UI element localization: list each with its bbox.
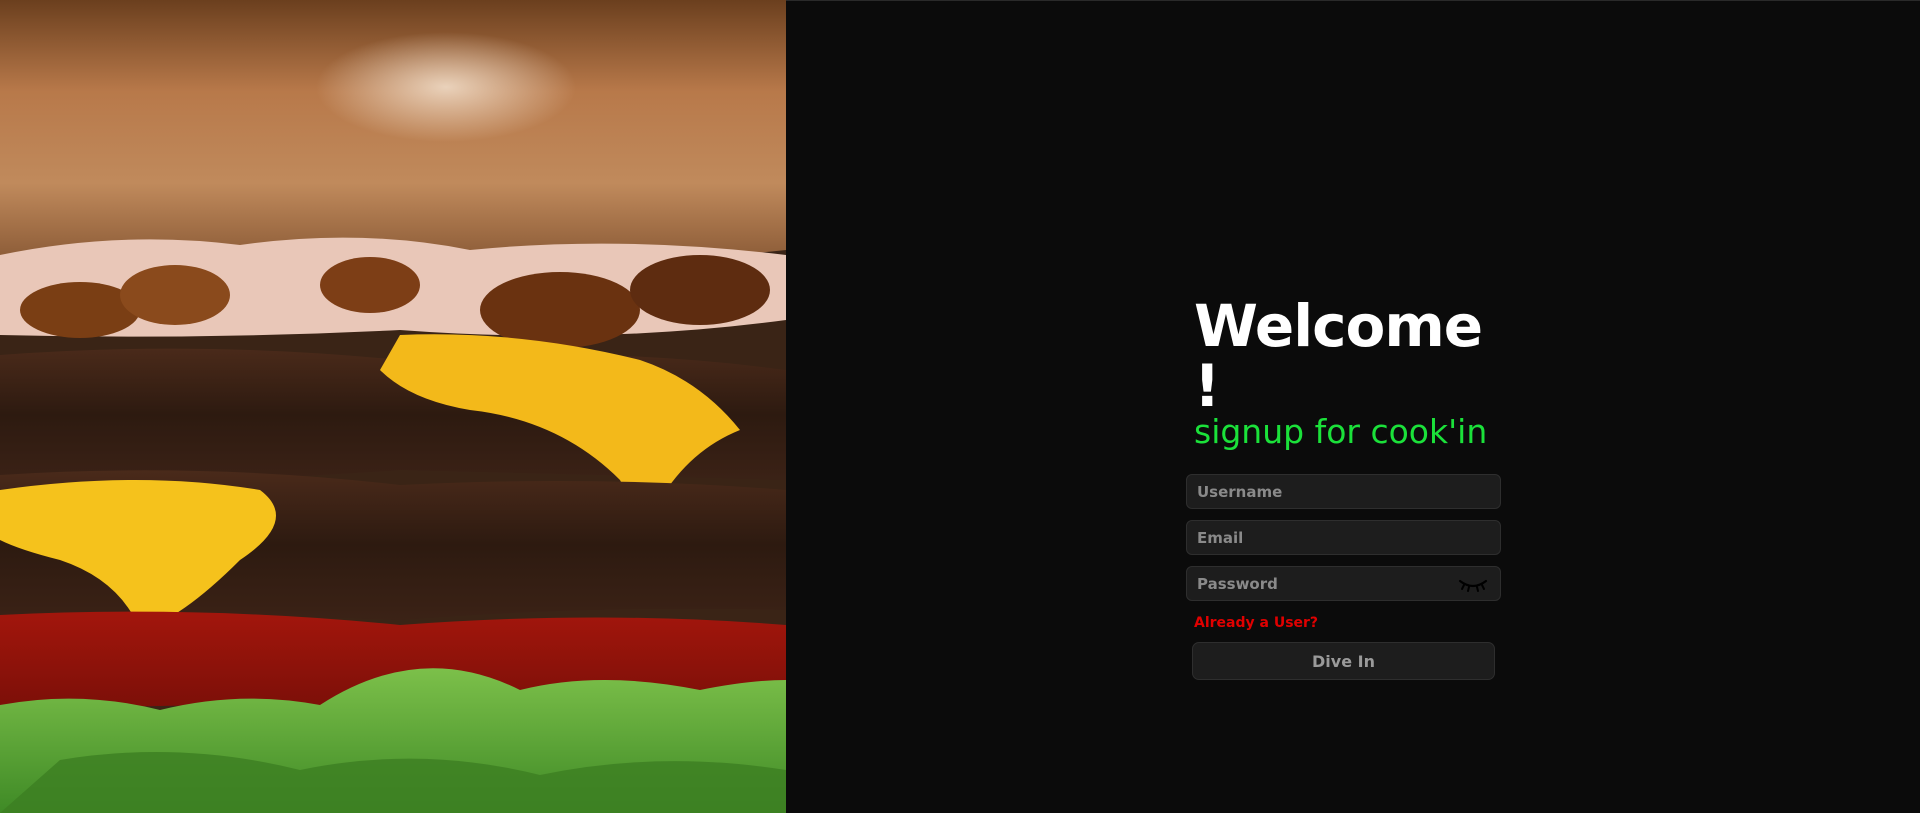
hero-image — [0, 0, 786, 813]
signup-page: Welcome ! signup for cook'in Already a U… — [0, 0, 1920, 813]
email-field-wrapper — [1186, 520, 1501, 555]
already-user-link[interactable]: Already a User? — [1194, 615, 1318, 631]
eye-closed-icon[interactable] — [1458, 577, 1488, 593]
password-field-wrapper — [1186, 566, 1501, 601]
signup-form: Welcome ! signup for cook'in Already a U… — [1186, 296, 1506, 680]
dive-in-button[interactable]: Dive In — [1192, 642, 1495, 680]
password-input[interactable] — [1187, 567, 1500, 600]
signup-subtitle: signup for cook'in — [1194, 412, 1488, 451]
burger-illustration — [0, 0, 786, 813]
welcome-title: Welcome ! — [1194, 292, 1483, 420]
username-input[interactable] — [1187, 475, 1500, 508]
username-field-wrapper — [1186, 474, 1501, 509]
signup-panel: Welcome ! signup for cook'in Already a U… — [786, 0, 1920, 813]
email-input[interactable] — [1187, 521, 1500, 554]
